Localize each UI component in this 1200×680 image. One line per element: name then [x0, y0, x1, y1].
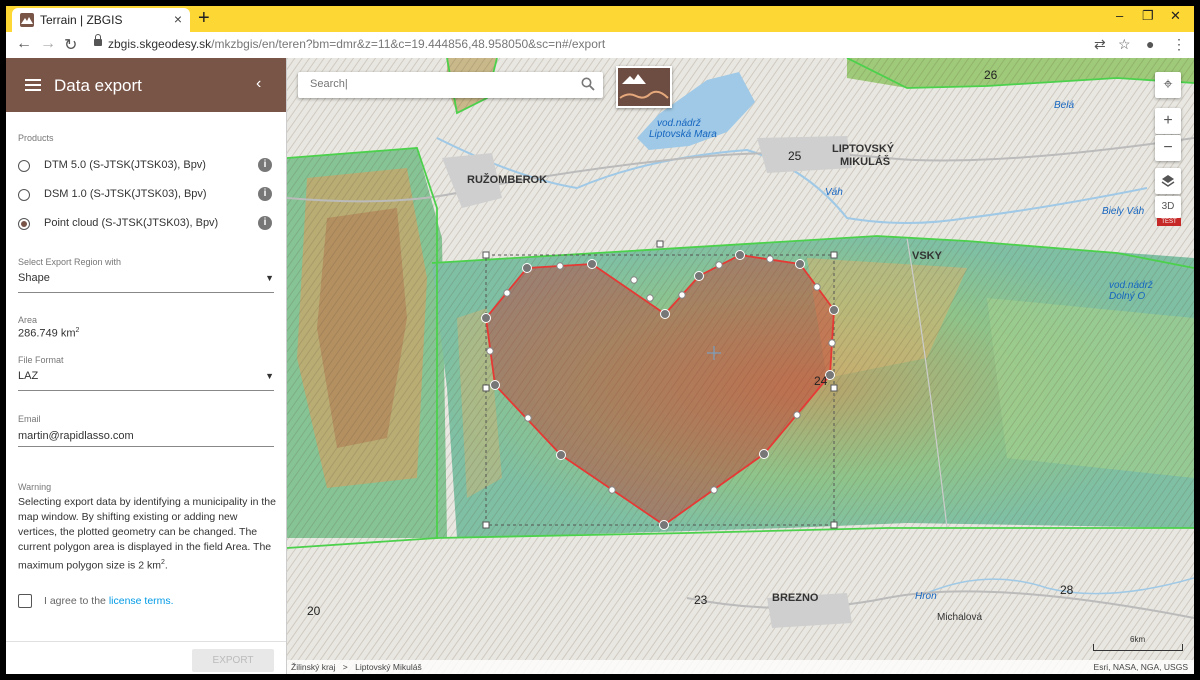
product-option-point-cloud[interactable]: Point cloud (S-JTSK(JTSK03), Bpv) i	[18, 215, 278, 235]
export-sidebar: Data export ‹ Products DTM 5.0 (S-JTSK(J…	[6, 58, 287, 674]
divider	[6, 641, 286, 642]
license-terms-link[interactable]: license terms.	[109, 595, 174, 607]
browser-toolbar: ← → ↻ zbgis.skgeodesy.sk/mkzbgis/en/tere…	[6, 32, 1194, 59]
browser-tab[interactable]: Terrain | ZBGIS ×	[12, 8, 190, 32]
road-number: 28	[1060, 583, 1074, 597]
river-biely-vah: Biely Váh	[1102, 206, 1145, 217]
place-dolny: Dolný O	[1109, 291, 1146, 302]
sidebar-header: Data export ‹	[6, 58, 286, 112]
product-option-dsm[interactable]: DSM 1.0 (S-JTSK(JTSK03), Bpv) i	[18, 186, 278, 206]
road-number: 24	[814, 374, 828, 388]
river-bela: Belá	[1054, 100, 1075, 111]
reload-icon[interactable]: ↻	[64, 35, 77, 55]
terrain-map[interactable]	[287, 58, 1194, 674]
info-icon[interactable]: i	[258, 158, 272, 172]
hamburger-menu-icon[interactable]	[25, 79, 41, 91]
browser-window: Terrain | ZBGIS × + – ❐ ✕ ← → ↻ zbgis.sk…	[6, 6, 1194, 674]
locate-me-button[interactable]: ⌖	[1155, 72, 1181, 98]
product-option-dtm[interactable]: DTM 5.0 (S-JTSK(JTSK03), Bpv) i	[18, 157, 278, 177]
warning-text: Selecting export data by identifying a m…	[18, 496, 276, 572]
info-icon[interactable]: i	[258, 216, 272, 230]
basemap-switcher-button[interactable]	[616, 66, 672, 108]
region-breadcrumb: Žilinský kraj > Liptovský Mikuláš	[291, 662, 422, 672]
back-icon[interactable]: ←	[16, 35, 32, 53]
translate-icon[interactable]: ⇄	[1094, 36, 1106, 53]
dropdown-arrow-icon: ▼	[265, 371, 274, 381]
products-label: Products	[18, 133, 54, 143]
road-number: 20	[307, 604, 321, 618]
place-ruzomberok: RUŽOMBEROK	[467, 174, 548, 186]
area-label: Area	[18, 315, 38, 325]
email-field[interactable]	[18, 426, 274, 447]
water-label-2: Liptovská Mara	[649, 129, 717, 140]
place-mikulas: MIKULÁŠ	[840, 156, 891, 168]
breadcrumb-kraj[interactable]: Žilinský kraj	[291, 662, 335, 672]
road-number: 26	[984, 68, 998, 82]
tab-close-icon[interactable]: ×	[174, 11, 182, 27]
tab-title: Terrain | ZBGIS	[40, 13, 123, 27]
export-button[interactable]: EXPORT	[192, 649, 274, 672]
search-input[interactable]	[308, 77, 572, 91]
sidebar-title: Data export	[54, 76, 142, 95]
collapse-chevron-icon[interactable]: ‹	[256, 75, 261, 93]
map-view[interactable]: RUŽOMBEROK LIPTOVSKÝ MIKULÁŠ BREZNO vod.…	[287, 58, 1194, 674]
road-number: 23	[694, 593, 708, 607]
agree-checkbox[interactable]	[18, 594, 32, 608]
address-bar[interactable]: zbgis.skgeodesy.sk/mkzbgis/en/teren?bm=d…	[108, 37, 605, 51]
restore-icon[interactable]: ❐	[1142, 8, 1154, 24]
warning-label: Warning	[18, 482, 52, 492]
road-number: 25	[788, 149, 802, 163]
zoom-out-button[interactable]: −	[1155, 135, 1181, 161]
radio-button[interactable]	[18, 189, 30, 201]
bookmark-star-icon[interactable]: ☆	[1118, 36, 1131, 53]
new-tab-button[interactable]: +	[198, 7, 210, 30]
region-label: Select Export Region with	[18, 257, 122, 267]
email-label: Email	[18, 414, 41, 424]
mountain-icon	[619, 74, 669, 99]
map-footer: Žilinský kraj > Liptovský Mikuláš Esri, …	[287, 660, 1194, 674]
area-value: 286.749 km2	[18, 327, 80, 340]
place-liptovsky: LIPTOVSKÝ	[832, 143, 895, 155]
map-attribution: Esri, NASA, NGA, USGS	[1093, 662, 1188, 672]
profile-icon[interactable]: ●	[1146, 36, 1154, 52]
3d-toggle-button[interactable]: 3D	[1155, 196, 1181, 218]
zoom-in-button[interactable]: +	[1155, 108, 1181, 134]
map-search-box[interactable]	[298, 72, 603, 98]
region-select[interactable]: Shape ▼	[18, 270, 274, 293]
scale-label: 6km	[1130, 635, 1146, 644]
radio-button[interactable]	[18, 160, 30, 172]
close-window-icon[interactable]: ✕	[1170, 8, 1181, 24]
river-hron: Hron	[915, 591, 937, 602]
menu-kebab-icon[interactable]: ⋮	[1172, 36, 1186, 53]
forward-icon[interactable]: →	[40, 35, 56, 53]
radio-button-selected[interactable]	[18, 218, 30, 230]
format-select[interactable]: LAZ ▼	[18, 368, 274, 391]
layers-button[interactable]	[1155, 168, 1181, 194]
format-label: File Format	[18, 355, 64, 365]
breadcrumb-okres[interactable]: Liptovský Mikuláš	[355, 662, 422, 672]
layers-icon	[1161, 175, 1175, 187]
water-label-3: vod.nádrž	[1109, 280, 1153, 291]
lock-icon	[94, 34, 102, 46]
info-icon[interactable]: i	[258, 187, 272, 201]
agree-label: I agree to the license terms.	[44, 595, 174, 607]
scale-bar	[1093, 644, 1183, 651]
tab-strip: Terrain | ZBGIS × + – ❐ ✕	[6, 6, 1194, 32]
minimize-icon[interactable]: –	[1116, 8, 1123, 23]
river-vah: Váh	[825, 187, 843, 198]
peak-label: Michalová	[937, 612, 983, 623]
test-badge: TEST	[1157, 218, 1181, 226]
place-brezno: BREZNO	[772, 592, 819, 604]
dropdown-arrow-icon: ▼	[265, 273, 274, 283]
water-label: vod.nádrž	[657, 118, 701, 129]
zbgis-favicon-icon	[20, 13, 34, 27]
search-icon[interactable]	[581, 77, 595, 96]
place-partial: VSKY	[912, 250, 942, 262]
